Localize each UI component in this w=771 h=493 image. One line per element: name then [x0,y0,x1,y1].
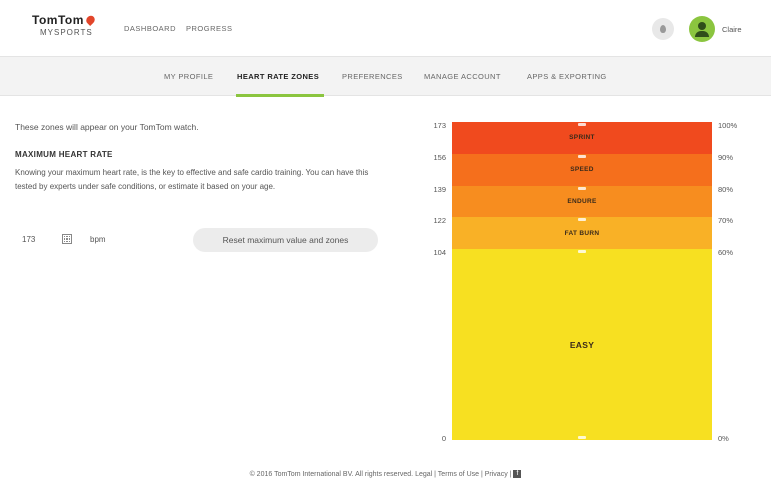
zone-easy[interactable]: EASY [452,249,712,440]
footer: © 2016 TomTom International BV. All righ… [0,470,771,478]
top-nav: DASHBOARD PROGRESS [124,24,233,33]
copyright-text: © 2016 TomTom International BV. All righ… [249,470,414,478]
percent-tick-label: 70% [718,216,734,226]
zone-fat-burn[interactable]: FAT BURN [452,217,712,250]
facebook-icon[interactable]: f [513,470,522,478]
bpm-tick-label: 173 [433,121,446,130]
bpm-tick-label: 122 [433,216,446,226]
zone-drag-handle[interactable] [578,154,586,158]
bpm-tick-label: 156 [433,152,446,162]
header: TomTom MYSPORTS DASHBOARD PROGRESS Clair… [0,0,771,56]
brand-name: TomTom [32,13,84,27]
zone-sprint[interactable]: SPRINT [452,122,712,154]
percent-tick-label: 100% [718,121,738,130]
bpm-tick-label: 104 [433,248,446,258]
brand-sub: MYSPORTS [40,28,93,37]
section-title: MAXIMUM HEART RATE [15,150,113,159]
zone-label: ENDURE [567,197,597,205]
zone-label: SPEED [570,166,594,174]
tab-apps-exporting[interactable]: APPS & EXPORTING [527,72,607,81]
zone-drag-handle[interactable] [578,186,586,190]
profile-subnav: MY PROFILE HEART RATE ZONES PREFERENCES … [0,56,771,97]
nav-dashboard[interactable]: DASHBOARD [124,24,176,33]
zone-speed[interactable]: SPEED [452,153,712,186]
description-text: Knowing your maximum heart rate, is the … [15,168,369,191]
avatar[interactable] [689,16,715,42]
zone-drag-handle[interactable] [578,436,586,439]
user-body-icon [695,31,709,37]
max-heart-rate-value[interactable]: 173 [22,235,35,244]
zone-drag-handle[interactable] [578,250,586,254]
footer-link-terms[interactable]: Terms of Use [438,471,479,478]
heart-logo-icon [84,13,97,27]
zone-endure[interactable]: ENDURE [452,185,712,218]
percent-tick-label: 90% [718,152,734,162]
tab-manage-account[interactable]: MANAGE ACCOUNT [424,72,501,81]
footer-link-privacy[interactable]: Privacy [485,471,508,478]
percent-tick-label: 0% [718,434,729,443]
footer-link-legal[interactable]: Legal [415,471,432,478]
zone-drag-handle[interactable] [578,123,586,126]
user-head-icon [698,22,706,30]
heart-rate-zones-chart: SPRINT SPEED ENDURE FAT BURN EASY [452,122,712,440]
intro-text: These zones will appear on your TomTom w… [15,122,199,132]
tomtom-logo[interactable]: TomTom MYSPORTS [32,13,97,37]
zone-label: FAT BURN [564,229,600,237]
percent-tick-label: 80% [718,184,734,194]
zone-label: EASY [569,339,595,350]
nav-progress[interactable]: PROGRESS [186,24,233,33]
percent-tick-label: 60% [718,248,734,258]
zone-label: SPRINT [569,134,595,142]
tab-heart-rate-zones[interactable]: HEART RATE ZONES [237,72,319,81]
calculator-icon[interactable] [62,234,72,244]
bpm-unit: bpm [90,235,106,244]
zone-drag-handle[interactable] [578,218,586,222]
bpm-tick-label: 139 [433,184,446,194]
location-button[interactable] [652,18,674,40]
user-name[interactable]: Claire [722,25,742,34]
active-tab-indicator [236,94,324,97]
bpm-tick-label: 0 [441,434,446,443]
location-pin-icon [660,25,666,33]
tab-my-profile[interactable]: MY PROFILE [164,72,213,81]
reset-zones-button[interactable]: Reset maximum value and zones [193,228,378,252]
tab-preferences[interactable]: PREFERENCES [342,72,403,81]
